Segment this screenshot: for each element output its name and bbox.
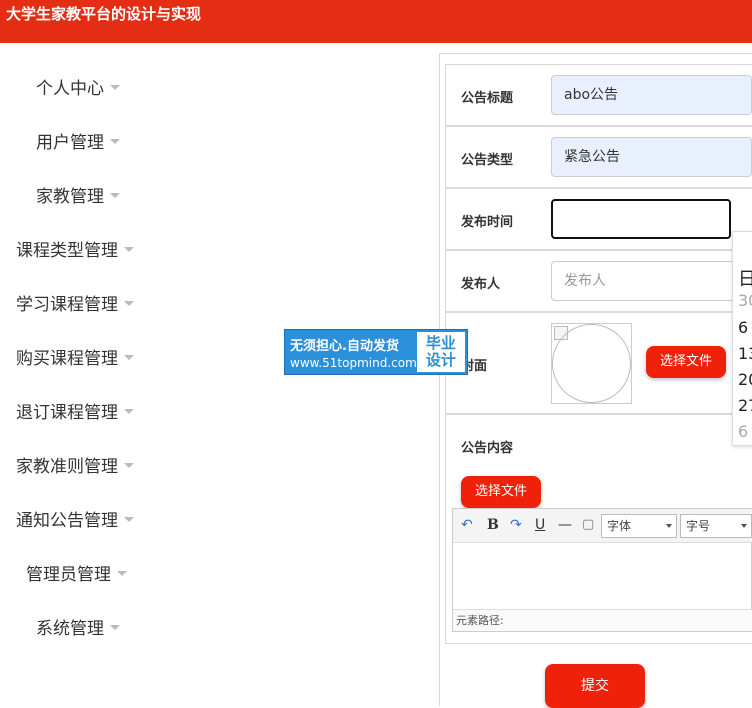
sidebar-item-course-type-management[interactable]: 课程类型管理 bbox=[16, 236, 134, 261]
sidebar-item-label: 家教准则管理 bbox=[16, 457, 118, 477]
publish-time-field[interactable] bbox=[551, 199, 731, 239]
horizontal-rule-icon[interactable]: — bbox=[558, 517, 572, 533]
calendar-day[interactable]: 20 bbox=[738, 370, 752, 389]
font-size-value: 字号 bbox=[686, 519, 711, 533]
publisher-label: 发布人 bbox=[461, 277, 501, 292]
calendar-day[interactable]: 6 bbox=[738, 422, 748, 441]
caret-down-icon bbox=[124, 246, 134, 252]
sidebar-item-notice-management[interactable]: 通知公告管理 bbox=[16, 506, 134, 531]
caret-down-icon bbox=[117, 570, 127, 576]
sidebar-item-tutor-management[interactable]: 家教管理 bbox=[36, 182, 120, 207]
font-family-select[interactable]: 字体 bbox=[601, 514, 677, 538]
sidebar-item-label: 用户管理 bbox=[36, 133, 104, 153]
watermark-badge-bottom: 设计 bbox=[425, 351, 456, 369]
redo-icon[interactable]: ↷ bbox=[510, 517, 522, 533]
calendar-day[interactable]: 30 bbox=[738, 291, 752, 310]
sidebar-item-label: 通知公告管理 bbox=[16, 511, 118, 531]
sidebar-item-purchase-course-management[interactable]: 购买课程管理 bbox=[16, 344, 134, 369]
app-title: 大学生家教平台的设计与实现 bbox=[6, 5, 202, 23]
sidebar-item-label: 学习课程管理 bbox=[16, 295, 118, 315]
row-divider bbox=[445, 249, 752, 251]
caret-down-icon bbox=[124, 408, 134, 414]
sidebar-item-label: 课程类型管理 bbox=[16, 241, 118, 261]
sidebar-item-admin-management[interactable]: 管理员管理 bbox=[26, 560, 127, 585]
caret-down-icon bbox=[110, 84, 120, 90]
watermark-badge-top: 毕业 bbox=[425, 334, 456, 352]
title-label: 公告标题 bbox=[461, 91, 514, 106]
editor-toolbar: ↶ B ↷ U — ▢ 字体 字号 bbox=[453, 509, 752, 543]
font-family-value: 字体 bbox=[607, 519, 632, 533]
sidebar-item-user-management[interactable]: 用户管理 bbox=[36, 128, 120, 153]
undo-icon[interactable]: ↶ bbox=[461, 517, 473, 533]
row-divider bbox=[445, 125, 752, 127]
date-picker-popup: 日 30 6 13 20 27 6 bbox=[732, 231, 752, 446]
calendar-day[interactable]: 13 bbox=[738, 344, 752, 363]
chevron-down-icon bbox=[741, 524, 747, 528]
cover-preview bbox=[551, 323, 632, 404]
caret-down-icon bbox=[124, 300, 134, 306]
font-size-select[interactable]: 字号 bbox=[680, 514, 752, 538]
cover-choose-file-button[interactable]: 选择文件 bbox=[646, 346, 726, 378]
watermark-url: www.51topmind.com bbox=[290, 355, 417, 370]
calendar-weekday-header: 日 bbox=[738, 265, 752, 291]
sidebar-item-label: 管理员管理 bbox=[26, 565, 111, 585]
caret-down-icon bbox=[124, 516, 134, 522]
sidebar-item-tutor-rules-management[interactable]: 家教准则管理 bbox=[16, 452, 134, 477]
type-field[interactable]: 紧急公告 bbox=[551, 137, 752, 177]
publish-time-label: 发布时间 bbox=[461, 215, 514, 230]
type-label: 公告类型 bbox=[461, 153, 514, 168]
watermark-line1: 无须担心.自动发货 bbox=[290, 338, 399, 354]
caret-down-icon bbox=[110, 192, 120, 198]
sidebar-item-personal-center[interactable]: 个人中心 bbox=[36, 74, 120, 99]
title-field[interactable]: abo公告 bbox=[551, 75, 752, 115]
content-choose-file-button[interactable]: 选择文件 bbox=[461, 476, 541, 508]
calendar-day[interactable]: 27 bbox=[738, 396, 752, 415]
rich-text-editor: ↶ B ↷ U — ▢ 字体 字号 元素路径: bbox=[452, 508, 752, 632]
sidebar-item-label: 家教管理 bbox=[36, 187, 104, 207]
submit-button[interactable]: 提交 bbox=[545, 664, 645, 708]
row-divider bbox=[445, 187, 752, 189]
row-divider bbox=[445, 311, 752, 313]
row-divider bbox=[445, 413, 752, 415]
sidebar-item-unsubscribe-course-management[interactable]: 退订课程管理 bbox=[16, 398, 134, 423]
sidebar-item-label: 系统管理 bbox=[36, 619, 104, 639]
bold-icon[interactable]: B bbox=[487, 517, 499, 533]
element-path-bar: 元素路径: bbox=[453, 609, 752, 631]
caret-down-icon bbox=[110, 138, 120, 144]
content-label: 公告内容 bbox=[461, 441, 514, 456]
sidebar-item-study-course-management[interactable]: 学习课程管理 bbox=[16, 290, 134, 315]
sidebar-item-label: 购买课程管理 bbox=[16, 349, 118, 369]
document-icon[interactable]: ▢ bbox=[582, 517, 594, 532]
publisher-field[interactable]: 发布人 bbox=[551, 261, 752, 301]
underline-icon[interactable]: U bbox=[535, 517, 545, 533]
app-header: 大学生家教平台的设计与实现 bbox=[0, 0, 752, 43]
watermark-badge: 无须担心.自动发货 www.51topmind.com 毕业 设计 bbox=[284, 329, 468, 375]
chevron-down-icon bbox=[666, 524, 672, 528]
cover-placeholder-circle bbox=[552, 324, 631, 403]
caret-down-icon bbox=[124, 354, 134, 360]
caret-down-icon bbox=[124, 462, 134, 468]
sidebar-item-label: 个人中心 bbox=[36, 79, 104, 99]
caret-down-icon bbox=[110, 624, 120, 630]
calendar-day[interactable]: 6 bbox=[738, 318, 748, 337]
sidebar-item-label: 退订课程管理 bbox=[16, 403, 118, 423]
sidebar-item-system-management[interactable]: 系统管理 bbox=[36, 614, 120, 639]
